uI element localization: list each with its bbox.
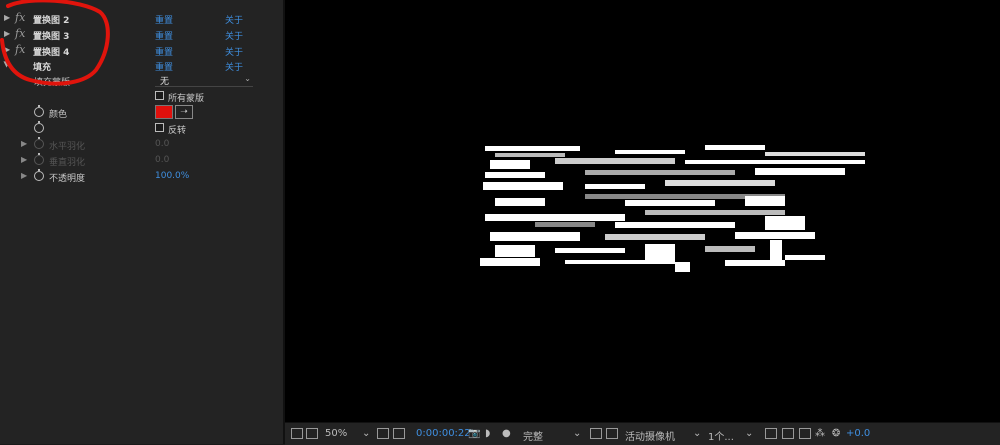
flowchart-icon[interactable]: ⁂ [815, 428, 825, 439]
opacity-row: ▶ 不透明度 100.0% [0, 168, 283, 184]
effect-row-displacement-4[interactable]: ▶ fx 置换图 4 重置 关于 [0, 42, 283, 58]
glitch-text-render [480, 145, 865, 272]
monitor-icon[interactable] [306, 428, 318, 439]
about-link[interactable]: 关于 [225, 13, 243, 26]
reset-link[interactable]: 重置 [155, 29, 173, 42]
color-channels-icon[interactable]: ● [502, 428, 511, 439]
stopwatch-icon[interactable] [34, 105, 44, 117]
3d-view-icon[interactable] [782, 428, 794, 439]
mask-toggle-icon[interactable] [393, 428, 405, 439]
fill-mask-label: 填充蒙版 [34, 78, 71, 88]
expand-arrow-icon[interactable]: ▶ [21, 155, 27, 164]
show-snapshot-icon[interactable]: ◗ [485, 428, 490, 439]
about-link[interactable]: 关于 [225, 29, 243, 42]
chevron-down-icon: ⌄ [244, 74, 251, 83]
eyedropper-icon[interactable]: ➝ [175, 105, 193, 119]
timecode[interactable]: 0:00:00:22 [416, 428, 471, 439]
fx-icon[interactable]: fx [15, 27, 25, 40]
v-feather-value[interactable]: 0.0 [155, 155, 169, 165]
stopwatch-icon[interactable] [34, 137, 44, 149]
all-masks-row: 所有蒙版 [0, 88, 283, 104]
effect-row-fill[interactable]: ▶ 填充 重置 关于 [0, 57, 283, 73]
chevron-down-icon: ⌄ [573, 428, 582, 439]
color-row: 颜色 ➝ [0, 104, 283, 120]
expand-arrow-icon[interactable]: ▶ [21, 139, 27, 148]
invert-checkbox[interactable] [155, 123, 164, 132]
effect-row-displacement-3[interactable]: ▶ fx 置换图 3 重置 关于 [0, 26, 283, 42]
collapse-arrow-icon[interactable]: ▶ [3, 61, 12, 67]
fx-icon[interactable]: fx [15, 11, 25, 24]
invert-row: 反转 [0, 120, 283, 136]
expand-arrow-icon[interactable]: ▶ [4, 13, 10, 22]
expand-arrow-icon[interactable]: ▶ [4, 45, 10, 54]
stopwatch-icon[interactable] [34, 121, 44, 133]
region-of-interest-icon[interactable] [590, 428, 602, 439]
zoom-dropdown[interactable]: 50% [325, 428, 347, 439]
invert-label: 反转 [168, 126, 187, 136]
expand-arrow-icon[interactable]: ▶ [21, 171, 27, 180]
reset-exposure-icon[interactable]: ❂ [832, 428, 840, 439]
camera-snapshot-icon[interactable]: 📷 [468, 428, 480, 439]
chevron-down-icon: ⌄ [693, 428, 702, 439]
chevron-down-icon: ⌄ [745, 428, 754, 439]
h-feather-row: ▶ 水平羽化 0.0 [0, 136, 283, 152]
fast-preview-icon[interactable] [799, 428, 811, 439]
composition-viewer[interactable] [285, 0, 1000, 422]
color-label: 颜色 [49, 110, 68, 120]
camera-dropdown[interactable]: 活动摄像机 [625, 428, 675, 443]
opacity-value[interactable]: 100.0% [155, 171, 189, 181]
views-dropdown[interactable]: 1个... [708, 428, 734, 443]
transparency-grid-icon[interactable] [606, 428, 618, 439]
stopwatch-icon[interactable] [34, 169, 44, 181]
effect-controls-panel: ▶ fx 置换图 2 重置 关于 ▶ fx 置换图 3 重置 关于 ▶ fx 置… [0, 0, 285, 444]
stopwatch-icon[interactable] [34, 153, 44, 165]
fill-mask-dropdown[interactable]: 无 ⌄ [155, 73, 253, 87]
resolution-dropdown[interactable]: 完整 [523, 428, 543, 443]
layout-icon[interactable] [765, 428, 777, 439]
viewer-toolbar: 50% ⌄ 0:00:00:22 📷 ◗ ● 完整 ⌄ 活动摄像机 ⌄ 1个..… [285, 422, 1000, 445]
v-feather-row: ▶ 垂直羽化 0.0 [0, 152, 283, 168]
h-feather-label: 水平羽化 [49, 142, 86, 152]
expand-arrow-icon[interactable]: ▶ [4, 29, 10, 38]
h-feather-value[interactable]: 0.0 [155, 139, 169, 149]
all-masks-label: 所有蒙版 [168, 94, 205, 104]
effect-name: 置换图 3 [33, 32, 70, 42]
resolution-grid-icon[interactable] [377, 428, 389, 439]
exposure-value[interactable]: +0.0 [846, 428, 870, 439]
fill-mask-value: 无 [160, 77, 170, 87]
always-preview-icon[interactable] [291, 428, 303, 439]
all-masks-checkbox[interactable] [155, 91, 164, 100]
color-swatch[interactable] [155, 105, 173, 119]
effect-row-displacement-2[interactable]: ▶ fx 置换图 2 重置 关于 [0, 10, 283, 26]
v-feather-label: 垂直羽化 [49, 158, 86, 168]
effect-name: 置换图 2 [33, 16, 70, 26]
fx-icon[interactable]: fx [15, 43, 25, 56]
reset-link[interactable]: 重置 [155, 13, 173, 26]
fill-mask-row: 填充蒙版 无 ⌄ [0, 72, 283, 88]
opacity-label: 不透明度 [49, 174, 86, 184]
chevron-down-icon: ⌄ [362, 428, 371, 439]
